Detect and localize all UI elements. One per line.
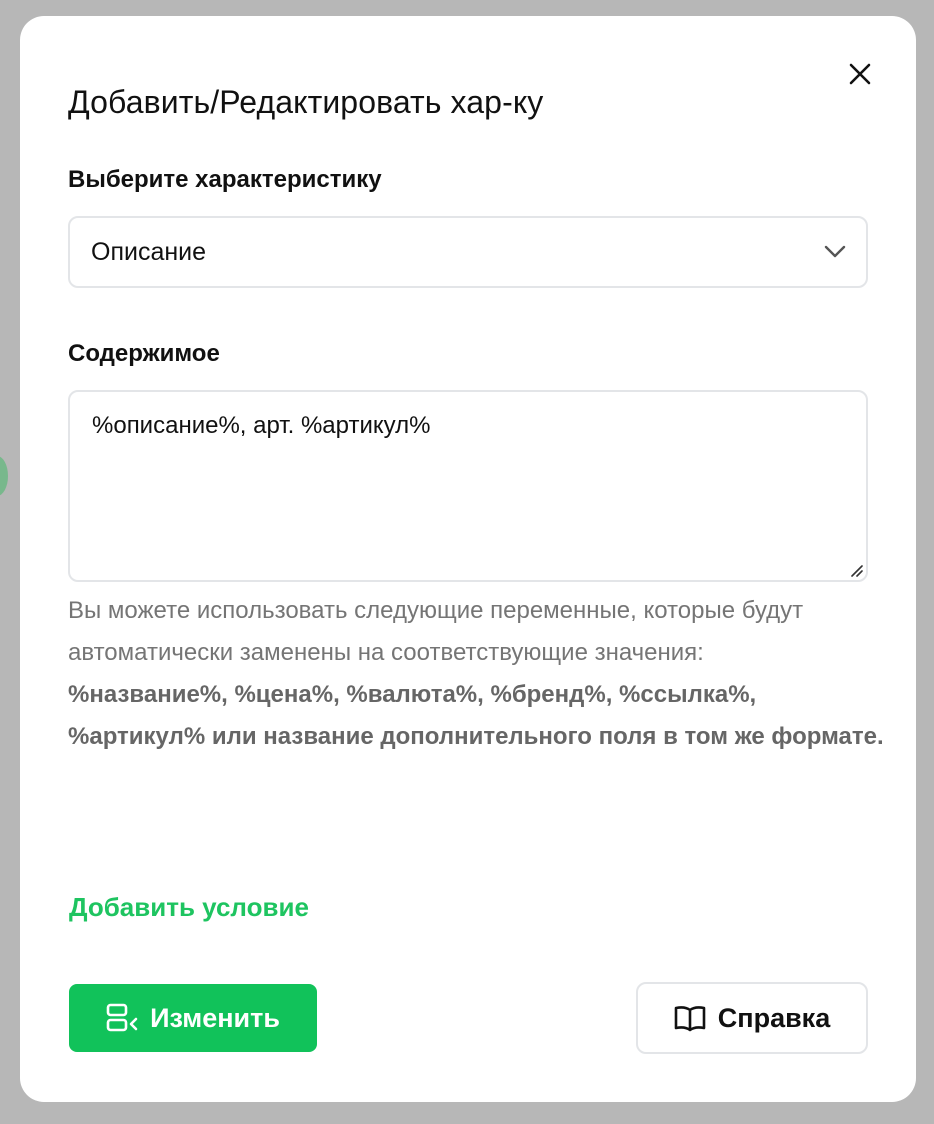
add-condition-link[interactable]: Добавить условие bbox=[69, 892, 309, 923]
edit-characteristic-dialog: Добавить/Редактировать хар-ку Выберите х… bbox=[20, 16, 916, 1102]
book-icon bbox=[674, 1006, 706, 1032]
dialog-title: Добавить/Редактировать хар-ку bbox=[68, 84, 544, 120]
background-status-dot bbox=[0, 456, 8, 496]
hint-text: Вы можете использовать следующие перемен… bbox=[68, 597, 804, 666]
edit-layout-icon bbox=[106, 1003, 138, 1032]
submit-button[interactable]: Изменить bbox=[69, 984, 317, 1052]
resize-grip-icon[interactable] bbox=[847, 561, 863, 577]
hint-variables: %название%, %цена%, %валюта%, %бренд%, %… bbox=[68, 681, 884, 750]
content-label: Содержимое bbox=[68, 340, 220, 367]
submit-button-label: Изменить bbox=[150, 1002, 280, 1033]
characteristic-select[interactable]: Описание bbox=[68, 216, 868, 288]
close-button[interactable] bbox=[842, 56, 878, 92]
content-textarea[interactable]: %описание%, арт. %артикул% bbox=[68, 390, 868, 582]
variables-hint: Вы можете использовать следующие перемен… bbox=[68, 590, 888, 758]
characteristic-selected-value: Описание bbox=[91, 237, 207, 266]
chevron-down-icon bbox=[824, 245, 846, 258]
close-icon bbox=[849, 63, 871, 85]
help-button-label: Справка bbox=[717, 1002, 831, 1033]
content-text: %описание%, арт. %артикул% bbox=[92, 412, 431, 439]
help-button[interactable]: Справка bbox=[636, 982, 868, 1054]
characteristic-label: Выберите характеристику bbox=[68, 166, 382, 193]
